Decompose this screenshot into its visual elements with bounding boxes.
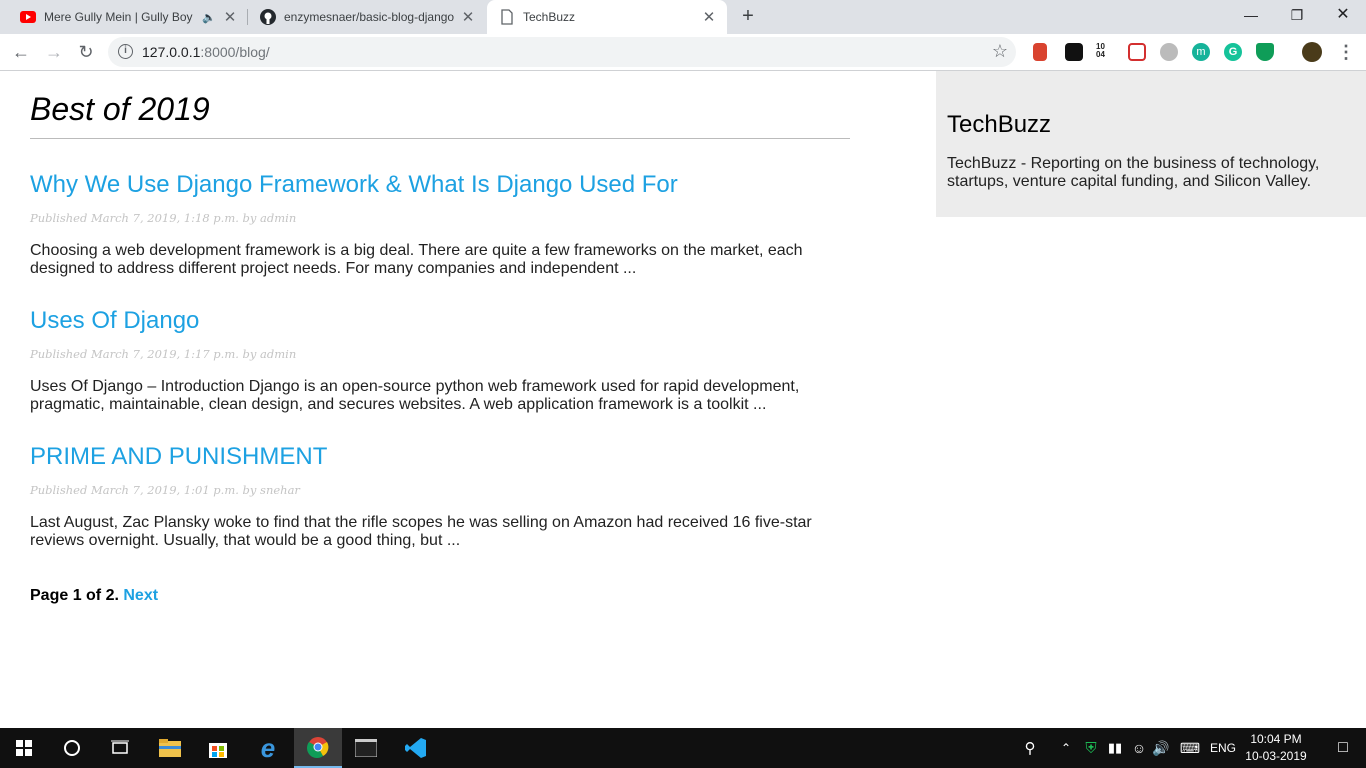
show-hidden-icons-chevron[interactable]: ⌃: [1056, 728, 1076, 768]
title-divider: [30, 138, 850, 139]
chrome-button[interactable]: [294, 728, 342, 768]
file-explorer-button[interactable]: [146, 728, 194, 768]
grammarly-icon[interactable]: G: [1224, 43, 1242, 61]
bookmark-star-icon[interactable]: ☆: [992, 41, 1008, 62]
people-icon[interactable]: ⚲: [1018, 728, 1042, 768]
task-view-button[interactable]: [96, 728, 144, 768]
clock-time: 10:04 PM: [1250, 732, 1302, 746]
profile-avatar-icon[interactable]: [1302, 42, 1322, 62]
vscode-icon: [405, 738, 426, 758]
new-tab-button[interactable]: +: [736, 5, 760, 29]
tab-title: TechBuzz: [523, 10, 576, 24]
chrome-icon: [307, 737, 329, 758]
terminal-icon: [355, 739, 377, 757]
post-title-link[interactable]: Why We Use Django Framework & What Is Dj…: [30, 171, 850, 199]
page-viewport: Best of 2019 Why We Use Django Framework…: [0, 71, 1366, 728]
post-meta: Published March 7, 2019, 1:01 p.m. by sn…: [30, 483, 300, 497]
reload-button[interactable]: ↻: [74, 40, 98, 64]
windows-logo-icon: [16, 740, 32, 756]
next-page-link[interactable]: Next: [123, 587, 158, 604]
shield-extension-icon[interactable]: [1256, 43, 1274, 61]
browser-toolbar: ← → ↻ i 127.0.0.1:8000/blog/ ☆ 10 04 m G…: [0, 34, 1366, 71]
address-bar[interactable]: i 127.0.0.1:8000/blog/ ☆: [108, 37, 1016, 67]
post-excerpt: Uses Of Django – Introduction Django is …: [30, 378, 800, 413]
tab-techbuzz[interactable]: TechBuzz ✕: [487, 0, 727, 34]
cortana-button[interactable]: [48, 728, 96, 768]
close-window-button[interactable]: ✕: [1320, 0, 1366, 30]
security-tray-icon[interactable]: ⛨: [1080, 728, 1102, 768]
back-button[interactable]: ←: [9, 40, 33, 64]
search-circle-icon: [64, 740, 80, 756]
pagination: Page 1 of 2. Next: [30, 587, 158, 605]
dark-extension-icon[interactable]: [1065, 43, 1083, 61]
circle-extension-icon[interactable]: [1160, 43, 1178, 61]
tab-youtube[interactable]: Mere Gully Mein | Gully Boy | 🔈 ✕: [8, 0, 248, 34]
minimize-button[interactable]: —: [1228, 0, 1274, 30]
url-host: 127.0.0.1: [142, 44, 201, 60]
terminal-button[interactable]: [342, 728, 390, 768]
post-item: Why We Use Django Framework & What Is Dj…: [30, 171, 850, 278]
menu-kebab-icon[interactable]: ⋮: [1334, 40, 1358, 64]
info-icon[interactable]: i: [118, 44, 133, 59]
clock-date: 10-03-2019: [1245, 749, 1307, 763]
page-icon: [501, 9, 513, 25]
post-title-link[interactable]: PRIME AND PUNISHMENT: [30, 443, 850, 471]
taskbar: e ⚲ ⌃ ⛨ ▮▮ ☺ 🔊 ⌨ ENG 10:04 PM 10-03-2019…: [0, 728, 1366, 768]
url-path: :8000/blog/: [200, 44, 270, 60]
edge-button[interactable]: e: [244, 728, 292, 768]
post-title-link[interactable]: Uses Of Django: [30, 307, 850, 335]
close-tab-icon[interactable]: ✕: [460, 8, 476, 26]
tab-title: Mere Gully Mein | Gully Boy |: [44, 10, 197, 24]
book-extension-icon[interactable]: [1033, 43, 1047, 61]
github-icon: [260, 9, 276, 25]
task-view-icon: [111, 740, 129, 754]
store-bag-icon: [209, 743, 227, 758]
url-text[interactable]: 127.0.0.1:8000/blog/: [142, 44, 270, 60]
start-button[interactable]: [0, 728, 48, 768]
sidebar-title: TechBuzz: [947, 111, 1052, 138]
post-meta: Published March 7, 2019, 1:18 p.m. by ad…: [30, 211, 297, 225]
wifi-icon[interactable]: ☺: [1128, 728, 1150, 768]
vscode-button[interactable]: [392, 728, 440, 768]
post-excerpt: Last August, Zac Plansky woke to find th…: [30, 514, 812, 549]
tab-strip: Mere Gully Mein | Gully Boy | 🔈 ✕ enzyme…: [0, 0, 1366, 34]
youtube-icon: [20, 11, 36, 23]
close-tab-icon[interactable]: ✕: [222, 8, 238, 26]
battery-icon[interactable]: ▮▮: [1104, 728, 1126, 768]
volume-icon[interactable]: 🔊: [1150, 728, 1172, 768]
clock[interactable]: 10:04 PM 10-03-2019: [1232, 731, 1320, 765]
post-item: Uses Of Django Published March 7, 2019, …: [30, 307, 850, 414]
tab-github[interactable]: enzymesnaer/basic-blog-django ✕: [248, 0, 486, 34]
keyboard-icon[interactable]: ⌨: [1176, 728, 1204, 768]
forward-button[interactable]: →: [42, 40, 66, 64]
speaker-icon[interactable]: 🔈: [202, 11, 216, 24]
close-tab-icon[interactable]: ✕: [701, 8, 717, 26]
date-extension-icon[interactable]: 10 04: [1096, 43, 1114, 61]
post-meta: Published March 7, 2019, 1:17 p.m. by ad…: [30, 347, 297, 361]
page-status: Page 1 of 2.: [30, 587, 119, 604]
store-button[interactable]: [194, 728, 242, 768]
action-center-icon[interactable]: □: [1320, 728, 1366, 768]
edge-icon: e: [260, 732, 276, 763]
page-title: Best of 2019: [30, 91, 210, 127]
post-excerpt: Choosing a web development framework is …: [30, 242, 803, 277]
restore-button[interactable]: ❐: [1274, 0, 1320, 30]
sidebar: TechBuzz TechBuzz - Reporting on the bus…: [936, 71, 1366, 217]
sidebar-description: TechBuzz - Reporting on the business of …: [947, 155, 1320, 190]
forward-extension-icon[interactable]: [1128, 43, 1146, 61]
m-extension-icon[interactable]: m: [1192, 43, 1210, 61]
tab-title: enzymesnaer/basic-blog-django: [284, 10, 455, 24]
post-item: PRIME AND PUNISHMENT Published March 7, …: [30, 443, 850, 550]
folder-icon: [159, 739, 181, 757]
